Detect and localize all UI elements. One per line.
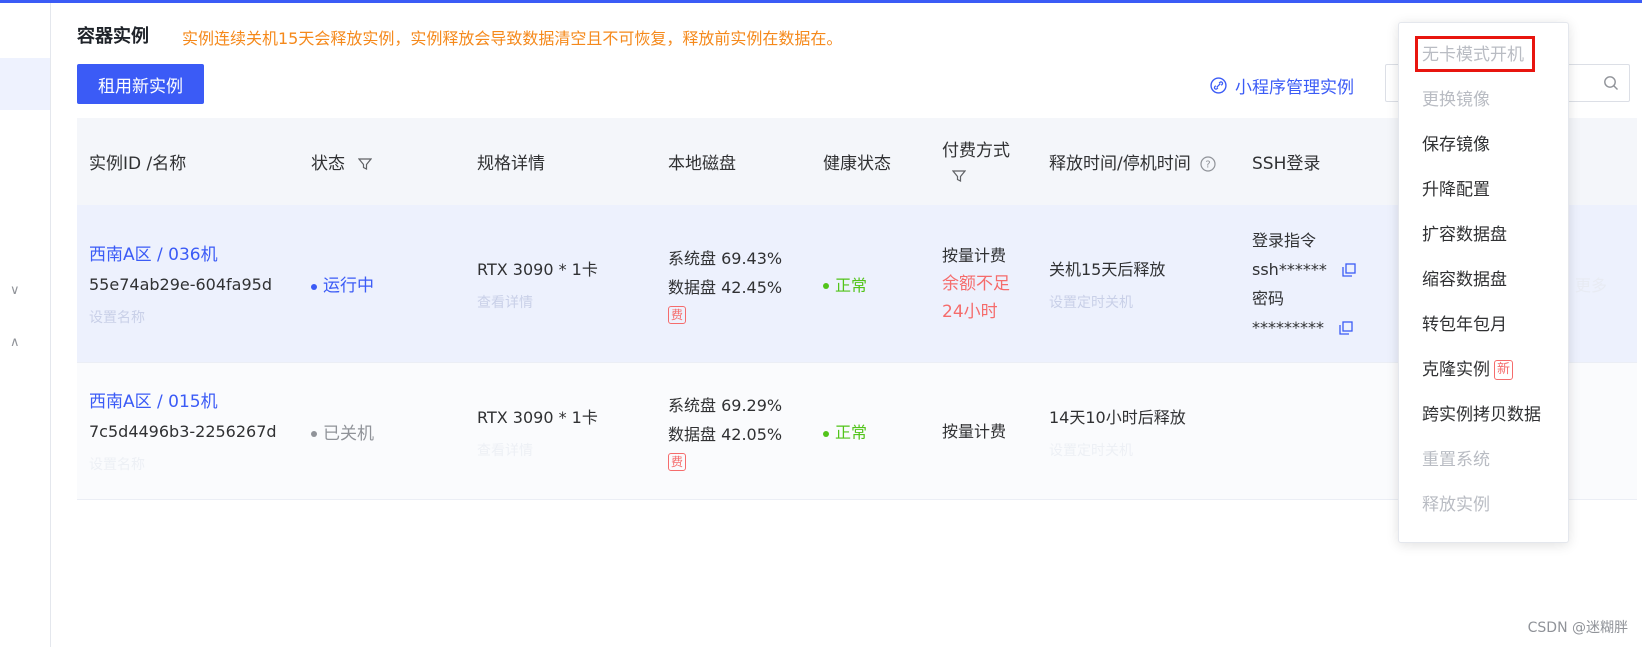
copy-icon[interactable] — [1342, 263, 1356, 277]
help-icon[interactable]: ? — [1200, 156, 1216, 172]
menu-item-shrink-disk[interactable]: 缩容数据盘 — [1399, 258, 1568, 303]
more-actions-trigger[interactable]: 更多 — [1575, 272, 1607, 296]
watermark: CSDN @迷糊胖 — [1527, 620, 1628, 636]
cell-disk: 系统盘 69.43% 数据盘 42.45% 费 — [656, 205, 811, 363]
col-header-release: 释放时间/停机时间 ? — [1037, 118, 1240, 205]
status-dot — [311, 283, 317, 290]
ssh-cmd: ssh****** — [1252, 259, 1327, 279]
copy-icon[interactable] — [1339, 321, 1353, 335]
col-header-spec: 规格详情 — [465, 118, 656, 205]
health-status: 正常 — [835, 275, 868, 295]
mini-program-manage-link[interactable]: 小程序管理实例 — [1210, 73, 1354, 98]
cell-health: 正常 — [811, 362, 930, 500]
health-dot — [823, 283, 829, 289]
col-header-disk: 本地磁盘 — [656, 118, 811, 205]
menu-item-monthly-plan[interactable]: 转包年包月 — [1399, 303, 1568, 348]
col-header-billing-label: 付费方式 — [942, 140, 1010, 161]
health-dot — [823, 430, 829, 437]
cell-spec: RTX 3090 * 1卡 查看详情 — [465, 362, 656, 500]
disk-data: 数据盘 42.05% — [668, 425, 783, 444]
fee-badge: 费 — [668, 453, 687, 471]
filter-icon[interactable] — [358, 157, 373, 171]
top-accent-bar — [0, 0, 1642, 3]
billing-type: 按量计费 — [942, 421, 1007, 441]
spec-text: RTX 3090 * 1卡 — [477, 260, 598, 279]
menu-item-change-image[interactable]: 更换镜像 — [1399, 78, 1568, 123]
menu-item-clone-instance[interactable]: 克隆实例新 — [1399, 348, 1568, 393]
fee-badge: 费 — [668, 305, 687, 324]
rent-new-instance-button[interactable]: 租用新实例 — [77, 64, 204, 104]
set-name-link[interactable]: 设置名称 — [89, 307, 287, 327]
instance-zone-link[interactable]: 西南A区 / 036机 — [89, 241, 287, 270]
cell-instance: 西南A区 / 036机 55e74ab29e-604fa95d 设置名称 — [77, 205, 299, 363]
page-title: 容器实例 — [77, 26, 149, 47]
chevron-up-icon[interactable]: ∧ — [10, 335, 20, 350]
highlight-box — [1415, 36, 1535, 72]
cell-spec: RTX 3090 * 1卡 查看详情 — [465, 205, 656, 363]
dropdown-top-padding — [1399, 23, 1568, 33]
sidebar-active-item[interactable] — [0, 58, 50, 110]
spec-detail-link[interactable]: 查看详情 — [477, 292, 644, 312]
filter-icon[interactable] — [951, 169, 967, 183]
cell-disk: 系统盘 69.29% 数据盘 42.05% 费 — [656, 362, 811, 500]
menu-item-reset-system[interactable]: 重置系统 — [1399, 438, 1568, 483]
release-time: 关机15天后释放 — [1049, 260, 1166, 279]
svg-text:?: ? — [1205, 160, 1210, 171]
balance-warning: 余额不足24小时 — [942, 274, 1010, 322]
sidebar: ∨ ∧ — [0, 3, 51, 647]
status-badge: 运行中 — [323, 276, 374, 296]
col-header-status[interactable]: 状态 — [299, 118, 465, 205]
more-actions-dropdown: 无卡模式开机 更换镜像 保存镜像 升降配置 扩容数据盘 缩容数据盘 转包年包月 … — [1398, 22, 1569, 543]
set-shutdown-link[interactable]: 设置定时关机 — [1049, 292, 1228, 312]
cell-billing: 按量计费 余额不足24小时 — [930, 205, 1037, 363]
chevron-down-icon[interactable]: ∨ — [10, 283, 20, 298]
new-badge: 新 — [1494, 360, 1514, 380]
col-header-id: 实例ID /名称 — [77, 118, 299, 205]
mini-program-link-label: 小程序管理实例 — [1235, 78, 1354, 98]
disk-data: 数据盘 42.45% — [668, 277, 783, 297]
spec-text: RTX 3090 * 1卡 — [477, 407, 598, 427]
cell-release: 关机15天后释放 设置定时关机 — [1037, 205, 1240, 363]
cell-release: 14天10小时后释放 设置定时关机 — [1037, 362, 1240, 500]
ssh-pwd: ********* — [1252, 317, 1324, 337]
cell-billing: 按量计费 — [930, 362, 1037, 500]
disk-system: 系统盘 69.43% — [668, 248, 783, 268]
set-name-link[interactable]: 设置名称 — [89, 454, 287, 474]
cell-status: 已关机 — [299, 362, 465, 500]
menu-item-save-image[interactable]: 保存镜像 — [1399, 123, 1568, 168]
cell-health: 正常 — [811, 205, 930, 363]
menu-item-copy-data[interactable]: 跨实例拷贝数据 — [1399, 393, 1568, 438]
col-header-billing[interactable]: 付费方式 — [930, 118, 1037, 205]
release-time: 14天10小时后释放 — [1049, 407, 1186, 427]
search-icon[interactable] — [1603, 75, 1619, 91]
release-notice: 实例连续关机15天会释放实例，实例释放会导致数据清空且不可恢复，释放前实例在数据… — [182, 29, 843, 48]
menu-item-release-instance[interactable]: 释放实例 — [1399, 483, 1568, 528]
cell-instance: 西南A区 / 015机 7c5d4496b3-2256267d 设置名称 — [77, 362, 299, 500]
col-header-status-label: 状态 — [311, 154, 345, 174]
col-header-release-label: 释放时间/停机时间 — [1049, 154, 1191, 174]
menu-item-cardless-boot[interactable]: 无卡模式开机 — [1399, 33, 1568, 78]
disk-system: 系统盘 69.29% — [668, 396, 783, 415]
instance-id: 7c5d4496b3-2256267d — [89, 422, 277, 441]
status-dot — [311, 431, 317, 437]
menu-item-label: 克隆实例 — [1422, 360, 1490, 380]
set-shutdown-link[interactable]: 设置定时关机 — [1049, 440, 1228, 460]
health-status: 正常 — [835, 423, 868, 442]
link-icon — [1210, 77, 1227, 94]
col-header-health: 健康状态 — [811, 118, 930, 205]
cell-status: 运行中 — [299, 205, 465, 363]
menu-item-resize-config[interactable]: 升降配置 — [1399, 168, 1568, 213]
instance-zone-link[interactable]: 西南A区 / 015机 — [89, 388, 287, 417]
menu-item-expand-disk[interactable]: 扩容数据盘 — [1399, 213, 1568, 258]
instance-id: 55e74ab29e-604fa95d — [89, 274, 272, 294]
billing-type: 按量计费 — [942, 246, 1007, 265]
status-badge: 已关机 — [323, 423, 374, 444]
spec-detail-link[interactable]: 查看详情 — [477, 440, 644, 460]
